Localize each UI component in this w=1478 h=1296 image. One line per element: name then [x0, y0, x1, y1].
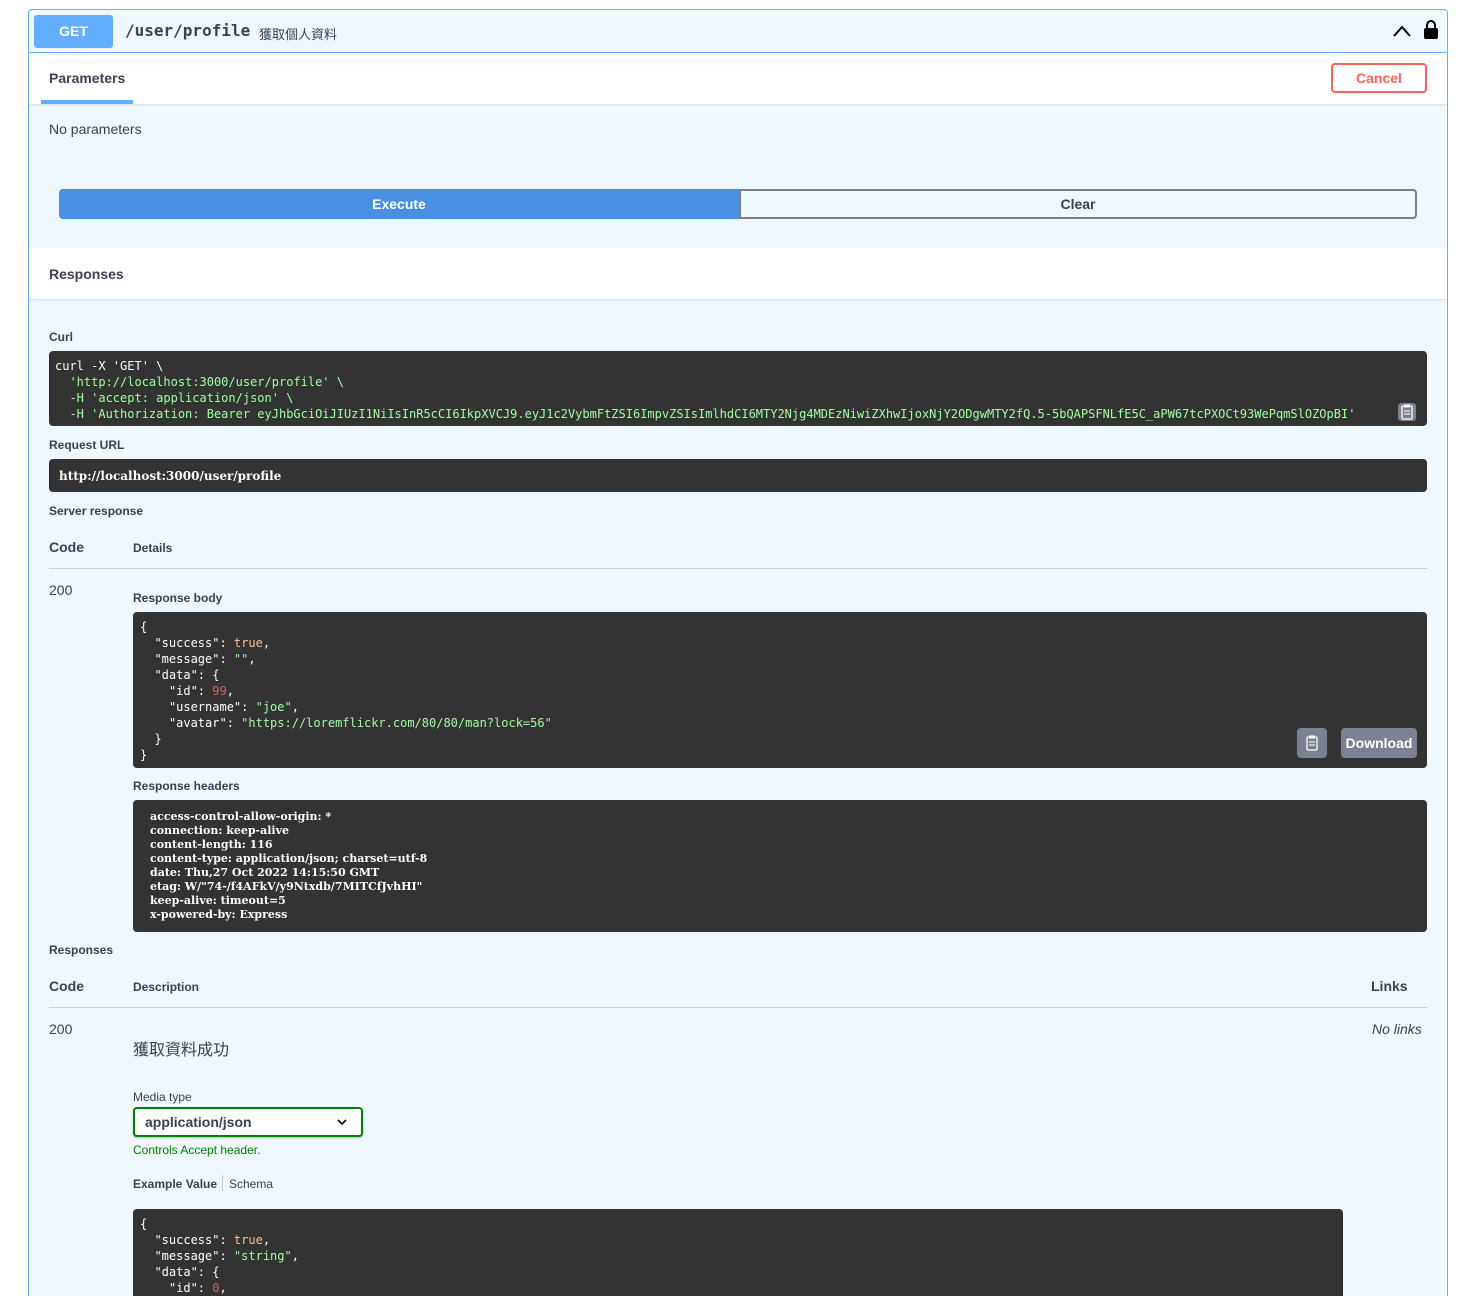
- controls-accept-hint: Controls Accept header.: [133, 1143, 261, 1157]
- body-avatar: "https://loremflickr.com/80/80/man?lock=…: [241, 716, 552, 730]
- header-line: etag: W/"74-/f4AFkV/y9Ntxdb/7MITCfJvhHI": [150, 880, 423, 893]
- operation-path: /user/profile: [125, 21, 251, 40]
- response-headers-code: access-control-allow-origin: * connectio…: [150, 810, 427, 922]
- documented-responses-title: Responses: [49, 943, 114, 957]
- header-line: keep-alive: timeout=5: [150, 894, 286, 907]
- response-body-label: Response body: [133, 591, 223, 605]
- header-line: content-type: application/json; charset=…: [150, 852, 428, 865]
- table-divider: [49, 1007, 1427, 1008]
- curl-code: curl -X 'GET' \ 'http://localhost:3000/u…: [55, 358, 1355, 422]
- download-button[interactable]: Download: [1341, 728, 1417, 758]
- example-value-block: { "success": true, "message": "string", …: [133, 1209, 1343, 1296]
- media-type-label: Media type: [133, 1090, 192, 1104]
- operation-summary[interactable]: GET /user/profile 獲取個人資料: [29, 10, 1447, 53]
- response-headers-block: access-control-allow-origin: * connectio…: [133, 800, 1427, 932]
- request-url-label: Request URL: [49, 438, 125, 452]
- execute-button[interactable]: Execute: [59, 189, 739, 219]
- copy-icon[interactable]: [1297, 728, 1327, 758]
- operation-block: GET /user/profile 獲取個人資料 Parameters Canc…: [28, 9, 1448, 1296]
- body-message: "": [233, 652, 249, 666]
- method-badge: GET: [34, 15, 113, 48]
- tab-example-value[interactable]: Example Value: [133, 1177, 217, 1191]
- body-username: "joe": [255, 700, 292, 714]
- no-parameters-text: No parameters: [49, 121, 142, 137]
- chevron-down-icon: [337, 1119, 347, 1126]
- media-type-value: application/json: [145, 1114, 252, 1130]
- example-message: "string": [233, 1249, 292, 1263]
- header-line: connection: keep-alive: [150, 824, 289, 837]
- server-response-label: Server response: [49, 504, 144, 518]
- curl-line-4: -H 'Authorization: Bearer eyJhbGciOiJIUz…: [55, 407, 1356, 421]
- clear-button[interactable]: Clear: [739, 189, 1417, 219]
- response-headers-label: Response headers: [133, 779, 240, 793]
- doc-code-column-header: Code: [49, 978, 84, 994]
- body-success: true: [233, 636, 263, 650]
- curl-line-3: -H 'accept: application/json' \: [55, 391, 294, 405]
- example-success: true: [233, 1233, 263, 1247]
- header-line: x-powered-by: Express: [150, 908, 288, 921]
- request-url: http://localhost:3000/user/profile: [59, 469, 282, 483]
- doc-status-code: 200: [49, 1021, 73, 1037]
- copy-icon[interactable]: [1398, 403, 1416, 421]
- table-divider: [49, 568, 1427, 569]
- lock-icon[interactable]: [1423, 19, 1439, 41]
- curl-line-1: curl -X 'GET' \: [55, 359, 164, 373]
- body-id: 99: [212, 684, 227, 698]
- curl-label: Curl: [49, 330, 73, 344]
- example-id: 0: [212, 1281, 220, 1295]
- cancel-button[interactable]: Cancel: [1331, 63, 1427, 93]
- responses-header: Responses: [29, 248, 1447, 299]
- parameters-header: Parameters Cancel: [29, 53, 1447, 104]
- curl-line-2: 'http://localhost:3000/user/profile' \: [55, 375, 344, 389]
- chevron-up-icon[interactable]: [1392, 23, 1412, 39]
- doc-response-description: 獲取資料成功: [133, 1042, 230, 1059]
- response-body-block: { "success": true, "message": "", "data"…: [133, 612, 1427, 768]
- details-column-header: Details: [133, 541, 173, 555]
- operation-summary-text: 獲取個人資料: [259, 27, 338, 42]
- header-line: content-length: 116: [150, 838, 273, 851]
- response-status-code: 200: [49, 582, 73, 598]
- responses-title: Responses: [49, 266, 124, 282]
- doc-description-column-header: Description: [133, 980, 200, 994]
- no-links-text: No links: [1372, 1021, 1422, 1037]
- tab-divider: [222, 1175, 223, 1191]
- doc-links-column-header: Links: [1371, 978, 1408, 994]
- tab-active-indicator: [41, 100, 133, 104]
- request-url-block: http://localhost:3000/user/profile: [49, 459, 1427, 492]
- tab-schema[interactable]: Schema: [229, 1177, 273, 1191]
- tab-parameters[interactable]: Parameters: [49, 70, 125, 86]
- response-body-code: { "success": true, "message": "", "data"…: [140, 620, 552, 762]
- curl-block: curl -X 'GET' \ 'http://localhost:3000/u…: [49, 351, 1427, 426]
- media-type-select[interactable]: application/json: [133, 1107, 363, 1137]
- header-line: access-control-allow-origin: *: [150, 810, 332, 823]
- code-column-header: Code: [49, 539, 84, 555]
- example-value-code: { "success": true, "message": "string", …: [140, 1217, 299, 1295]
- header-line: date: Thu,27 Oct 2022 14:15:50 GMT: [150, 866, 380, 879]
